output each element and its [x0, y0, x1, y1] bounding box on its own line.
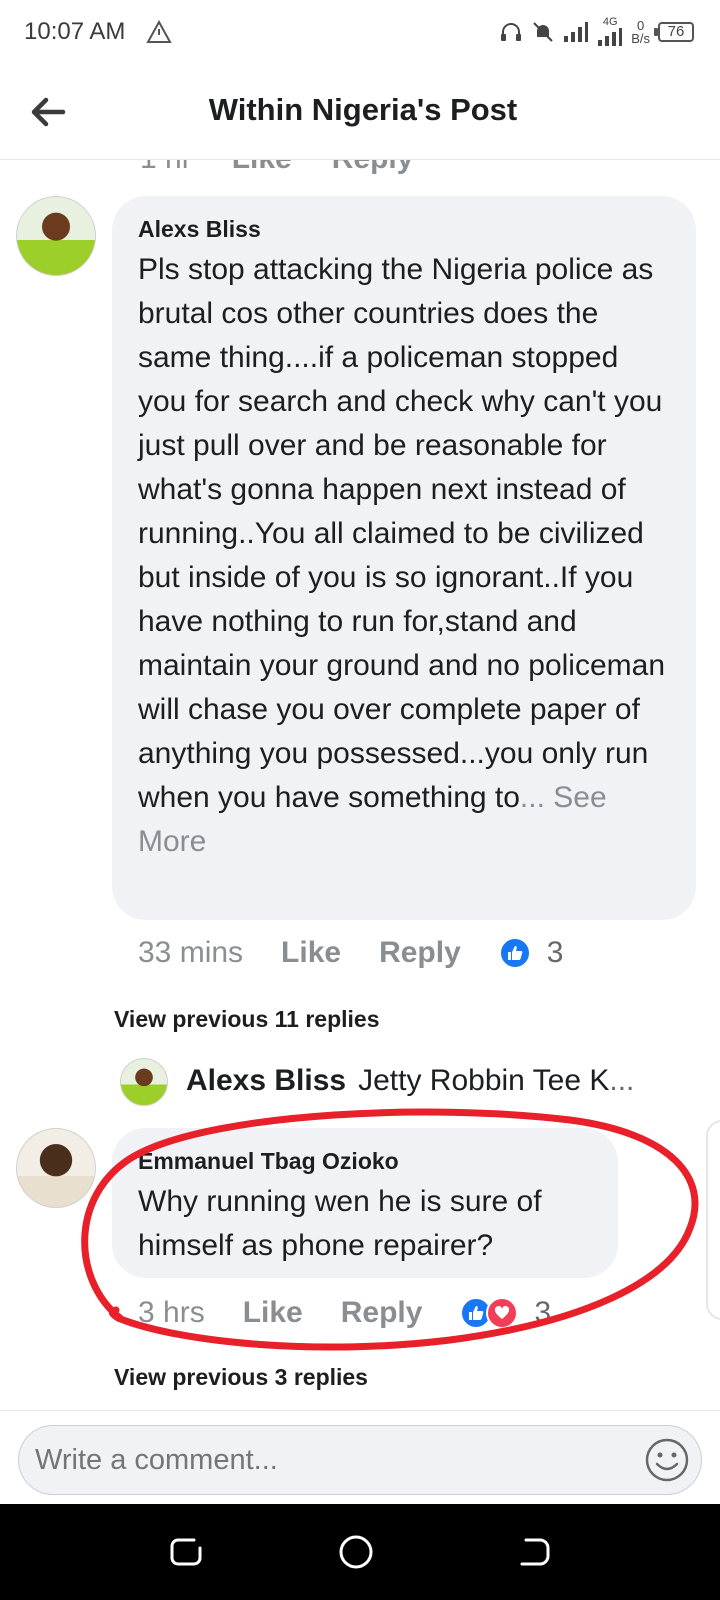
reply-preview-ellipsis: ... [609, 1064, 635, 1097]
warning-icon [146, 20, 172, 43]
view-previous-replies[interactable]: View previous 11 replies [114, 1006, 380, 1033]
comment-author[interactable]: Alexs Bliss [138, 214, 670, 244]
bell-muted-icon [533, 22, 553, 42]
comment-actions: 33 mins Like Reply 3 [138, 936, 563, 970]
page-title: Within Nigeria's Post [208, 92, 518, 127]
previous-comment-reply[interactable]: Reply [332, 160, 414, 176]
signal-4g: 4G [597, 17, 623, 47]
reaction-count[interactable]: 3 [547, 936, 564, 970]
header: Within Nigeria's Post [0, 64, 720, 160]
reply-button[interactable]: Reply [379, 936, 461, 970]
comment-actions: 3 hrs Like Reply 3 [138, 1296, 551, 1330]
status-bar: 10:07 AM 4G 0 B/s 76 [0, 0, 720, 64]
emoji-icon[interactable] [644, 1437, 690, 1483]
comments-feed[interactable]: 1 hr Like Reply Alexs Bliss Pls stop att… [0, 160, 720, 1410]
love-reaction-icon[interactable] [486, 1297, 519, 1329]
recent-apps-icon[interactable] [164, 1530, 208, 1574]
avatar[interactable] [16, 1128, 96, 1208]
net-speed: 0 B/s [631, 19, 650, 45]
net-speed-unit: B/s [631, 31, 650, 46]
reply-button[interactable]: Reply [341, 1296, 423, 1330]
reply-preview-author: Alexs Bliss [186, 1064, 347, 1097]
like-reaction-icon[interactable] [498, 937, 531, 969]
like-button[interactable]: Like [281, 936, 341, 970]
reply-preview-text: Jetty Robbin Tee K [358, 1064, 610, 1097]
comment-time: 33 mins [138, 936, 244, 969]
reaction-count[interactable]: 3 [534, 1296, 551, 1330]
status-icons: 4G 0 B/s 76 [499, 14, 694, 50]
network-type: 4G [602, 16, 618, 28]
status-time: 10:07 AM [24, 18, 126, 45]
reply-preview[interactable]: Alexs Bliss Jetty Robbin Tee K... [186, 1064, 634, 1098]
previous-comment-like[interactable]: Like [232, 160, 292, 176]
system-nav-bar [0, 1504, 720, 1600]
battery-icon: 76 [654, 22, 694, 42]
home-icon[interactable] [334, 1530, 378, 1574]
previous-comment-time: 1 hr [140, 160, 192, 176]
avatar[interactable] [120, 1058, 168, 1106]
like-button[interactable]: Like [243, 1296, 303, 1330]
headphones-icon [501, 23, 522, 41]
view-previous-replies[interactable]: View previous 3 replies [114, 1364, 368, 1391]
comment-input[interactable] [18, 1425, 702, 1495]
comment-bubble[interactable]: Alexs Bliss Pls stop attacking the Niger… [112, 196, 696, 920]
comment-time: 3 hrs [138, 1296, 205, 1329]
back-nav-icon[interactable] [512, 1530, 556, 1574]
side-tab[interactable] [706, 1120, 720, 1320]
comment-text: Pls stop attacking the Nigeria police as… [138, 248, 670, 864]
signal-icon-2 [598, 28, 623, 46]
avatar[interactable] [16, 196, 96, 276]
comment-text: Why running wen he is sure of himself as… [138, 1185, 542, 1262]
comment-author[interactable]: Emmanuel Tbag Ozioko [138, 1146, 592, 1176]
comment-bubble[interactable]: Emmanuel Tbag Ozioko Why running wen he … [112, 1128, 618, 1278]
previous-comment-actions: 1 hr Like Reply [140, 160, 413, 176]
signal-icon [564, 22, 589, 42]
comment-text-body: Pls stop attacking the Nigeria police as… [138, 253, 666, 814]
comment-composer [0, 1410, 720, 1504]
